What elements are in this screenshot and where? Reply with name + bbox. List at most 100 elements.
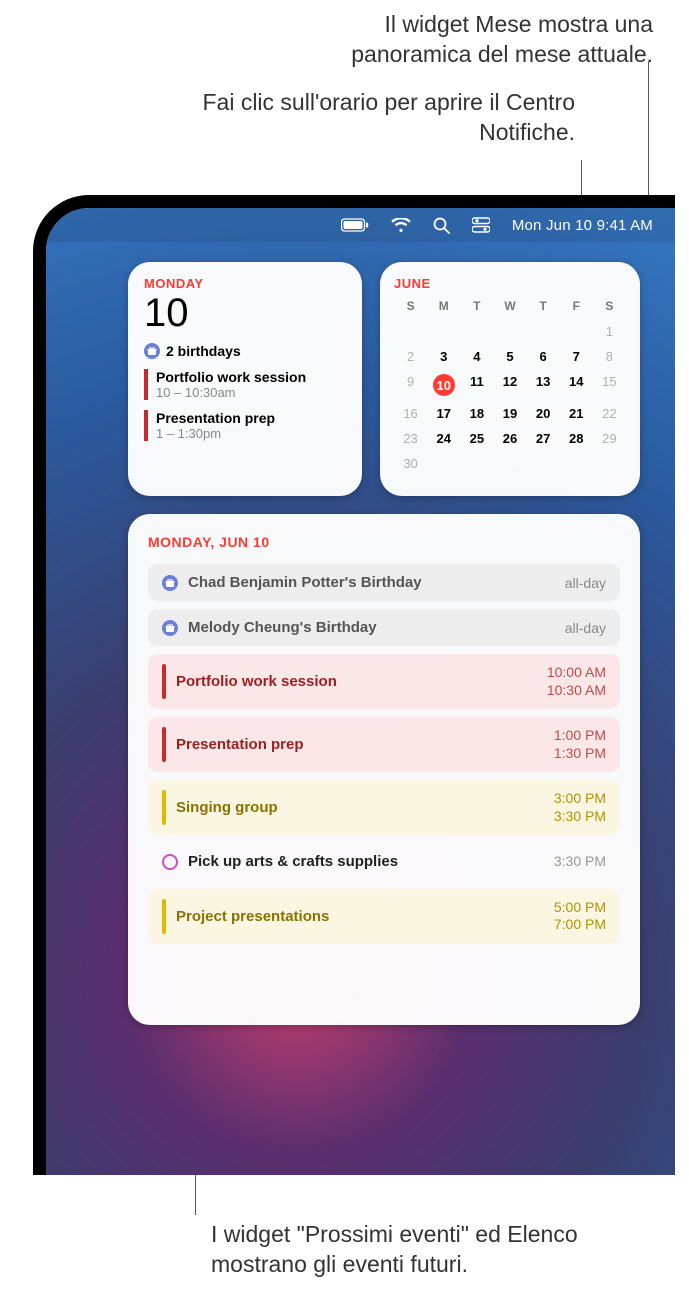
calendar-day	[427, 319, 460, 344]
event-row[interactable]: Singing group3:00 PM3:30 PM	[148, 780, 620, 835]
calendar-day	[460, 319, 493, 344]
annotation-month-widget: Il widget Mese mostra una panoramica del…	[263, 10, 653, 70]
event-row[interactable]: Presentation prep 1:00 PM1:30 PM	[148, 717, 620, 772]
calendar-day[interactable]: 22	[593, 401, 626, 426]
calendar-day[interactable]: 9	[394, 369, 427, 401]
notification-center: MONDAY 10 2 birthdays Portfolio work ses…	[128, 262, 640, 1025]
calendar-day	[527, 319, 560, 344]
calendar-day[interactable]: 29	[593, 426, 626, 451]
calendar-day[interactable]: 19	[493, 401, 526, 426]
upcoming-title: MONDAY, JUN 10	[148, 534, 620, 550]
device-frame: Mon Jun 10 9:41 AM MONDAY 10 2 birthdays…	[33, 195, 675, 1175]
calendar-day[interactable]: 5	[493, 344, 526, 369]
calendar-day[interactable]: 17	[427, 401, 460, 426]
month-grid: SMTWTFS123456789101112131415161718192021…	[394, 299, 626, 476]
calendar-day[interactable]: 14	[560, 369, 593, 401]
event-row[interactable]: Pick up arts & crafts supplies 3:30 PM	[148, 843, 620, 881]
calendar-day[interactable]: 30	[394, 451, 427, 476]
event-row[interactable]: Portfolio work session 10:00 AM10:30 AM	[148, 654, 620, 709]
search-icon[interactable]	[433, 217, 450, 234]
calendar-day[interactable]: 28	[560, 426, 593, 451]
menubar: Mon Jun 10 9:41 AM	[46, 208, 675, 242]
birthdays-row: 2 birthdays	[144, 343, 346, 359]
calendar-day	[493, 451, 526, 476]
event-time: 3:30 PM	[554, 853, 606, 871]
dow-label: T	[460, 299, 493, 319]
calendar-day[interactable]: 24	[427, 426, 460, 451]
annotation-clock: Fai clic sull'orario per aprire il Centr…	[195, 88, 575, 148]
event-row[interactable]: Melody Cheung's Birthday all-day	[148, 609, 620, 646]
calendar-day	[560, 319, 593, 344]
dow-label: S	[394, 299, 427, 319]
event-color-bar	[162, 899, 166, 934]
event-color-bar	[162, 727, 166, 762]
calendar-day	[560, 451, 593, 476]
event-title: Singing group	[176, 799, 544, 816]
calendar-day[interactable]: 11	[460, 369, 493, 401]
calendar-day[interactable]: 15	[593, 369, 626, 401]
gift-icon	[144, 343, 160, 359]
calendar-upcoming-widget[interactable]: MONDAY, JUN 10 Chad Benjamin Potter's Bi…	[128, 514, 640, 1025]
annotation-upcoming-widget: I widget "Prossimi eventi" ed Elenco mos…	[211, 1220, 641, 1280]
desktop-wallpaper: Mon Jun 10 9:41 AM MONDAY 10 2 birthdays…	[46, 208, 675, 1175]
birthdays-count: 2 birthdays	[166, 343, 241, 359]
event-color-bar	[162, 664, 166, 699]
event-title: Pick up arts & crafts supplies	[188, 853, 544, 870]
calendar-day	[593, 451, 626, 476]
calendar-day[interactable]: 6	[527, 344, 560, 369]
dow-label: W	[493, 299, 526, 319]
all-day-label: all-day	[565, 575, 606, 591]
event-time: 10 – 10:30AM	[156, 385, 346, 400]
calendar-month-widget[interactable]: JUNE SMTWTFS1234567891011121314151617181…	[380, 262, 640, 496]
today-day-label: MONDAY	[144, 276, 346, 291]
dow-label: T	[527, 299, 560, 319]
event-title: Melody Cheung's Birthday	[188, 619, 555, 636]
event-title: Presentation prep	[176, 736, 544, 753]
calendar-day	[427, 451, 460, 476]
calendar-day[interactable]: 23	[394, 426, 427, 451]
calendar-day[interactable]: 21	[560, 401, 593, 426]
calendar-day[interactable]: 4	[460, 344, 493, 369]
calendar-day[interactable]: 7	[560, 344, 593, 369]
event-title: Portfolio work session	[176, 673, 537, 690]
event-title: Chad Benjamin Potter's Birthday	[188, 574, 555, 591]
control-center-icon[interactable]	[472, 217, 490, 233]
calendar-day[interactable]: 3	[427, 344, 460, 369]
calendar-day[interactable]: 27	[527, 426, 560, 451]
calendar-day[interactable]: 16	[394, 401, 427, 426]
dow-label: F	[560, 299, 593, 319]
today-mini-event: Presentation prep1 – 1:30PM	[144, 410, 346, 441]
calendar-day[interactable]: 18	[460, 401, 493, 426]
event-row[interactable]: Chad Benjamin Potter's Birthday all-day	[148, 564, 620, 601]
menubar-clock[interactable]: Mon Jun 10 9:41 AM	[512, 217, 653, 234]
gift-icon	[162, 575, 178, 591]
calendar-day[interactable]: 10	[427, 369, 460, 401]
calendar-day[interactable]: 8	[593, 344, 626, 369]
dow-label: M	[427, 299, 460, 319]
calendar-day[interactable]: 20	[527, 401, 560, 426]
calendar-day	[527, 451, 560, 476]
month-title: JUNE	[394, 276, 626, 291]
calendar-day[interactable]: 1	[593, 319, 626, 344]
battery-icon[interactable]	[341, 218, 369, 232]
event-time: 5:00 PM7:00 PM	[554, 899, 606, 934]
calendar-day	[493, 319, 526, 344]
wifi-icon[interactable]	[391, 218, 411, 233]
event-title: Presentation prep	[156, 410, 346, 426]
all-day-label: all-day	[565, 620, 606, 636]
today-day-number: 10	[144, 293, 346, 333]
reminder-circle-icon[interactable]	[162, 854, 178, 870]
event-row[interactable]: Project presentations 5:00 PM7:00 PM	[148, 889, 620, 944]
event-time: 10:00 AM10:30 AM	[547, 664, 606, 699]
calendar-day[interactable]: 25	[460, 426, 493, 451]
calendar-today-widget[interactable]: MONDAY 10 2 birthdays Portfolio work ses…	[128, 262, 362, 496]
calendar-day[interactable]: 12	[493, 369, 526, 401]
event-time: 1 – 1:30PM	[156, 426, 346, 441]
event-time: 1:00 PM1:30 PM	[554, 727, 606, 762]
calendar-day[interactable]: 2	[394, 344, 427, 369]
event-title: Project presentations	[176, 908, 544, 925]
calendar-day	[394, 319, 427, 344]
event-color-bar	[162, 790, 166, 825]
calendar-day[interactable]: 13	[527, 369, 560, 401]
calendar-day[interactable]: 26	[493, 426, 526, 451]
